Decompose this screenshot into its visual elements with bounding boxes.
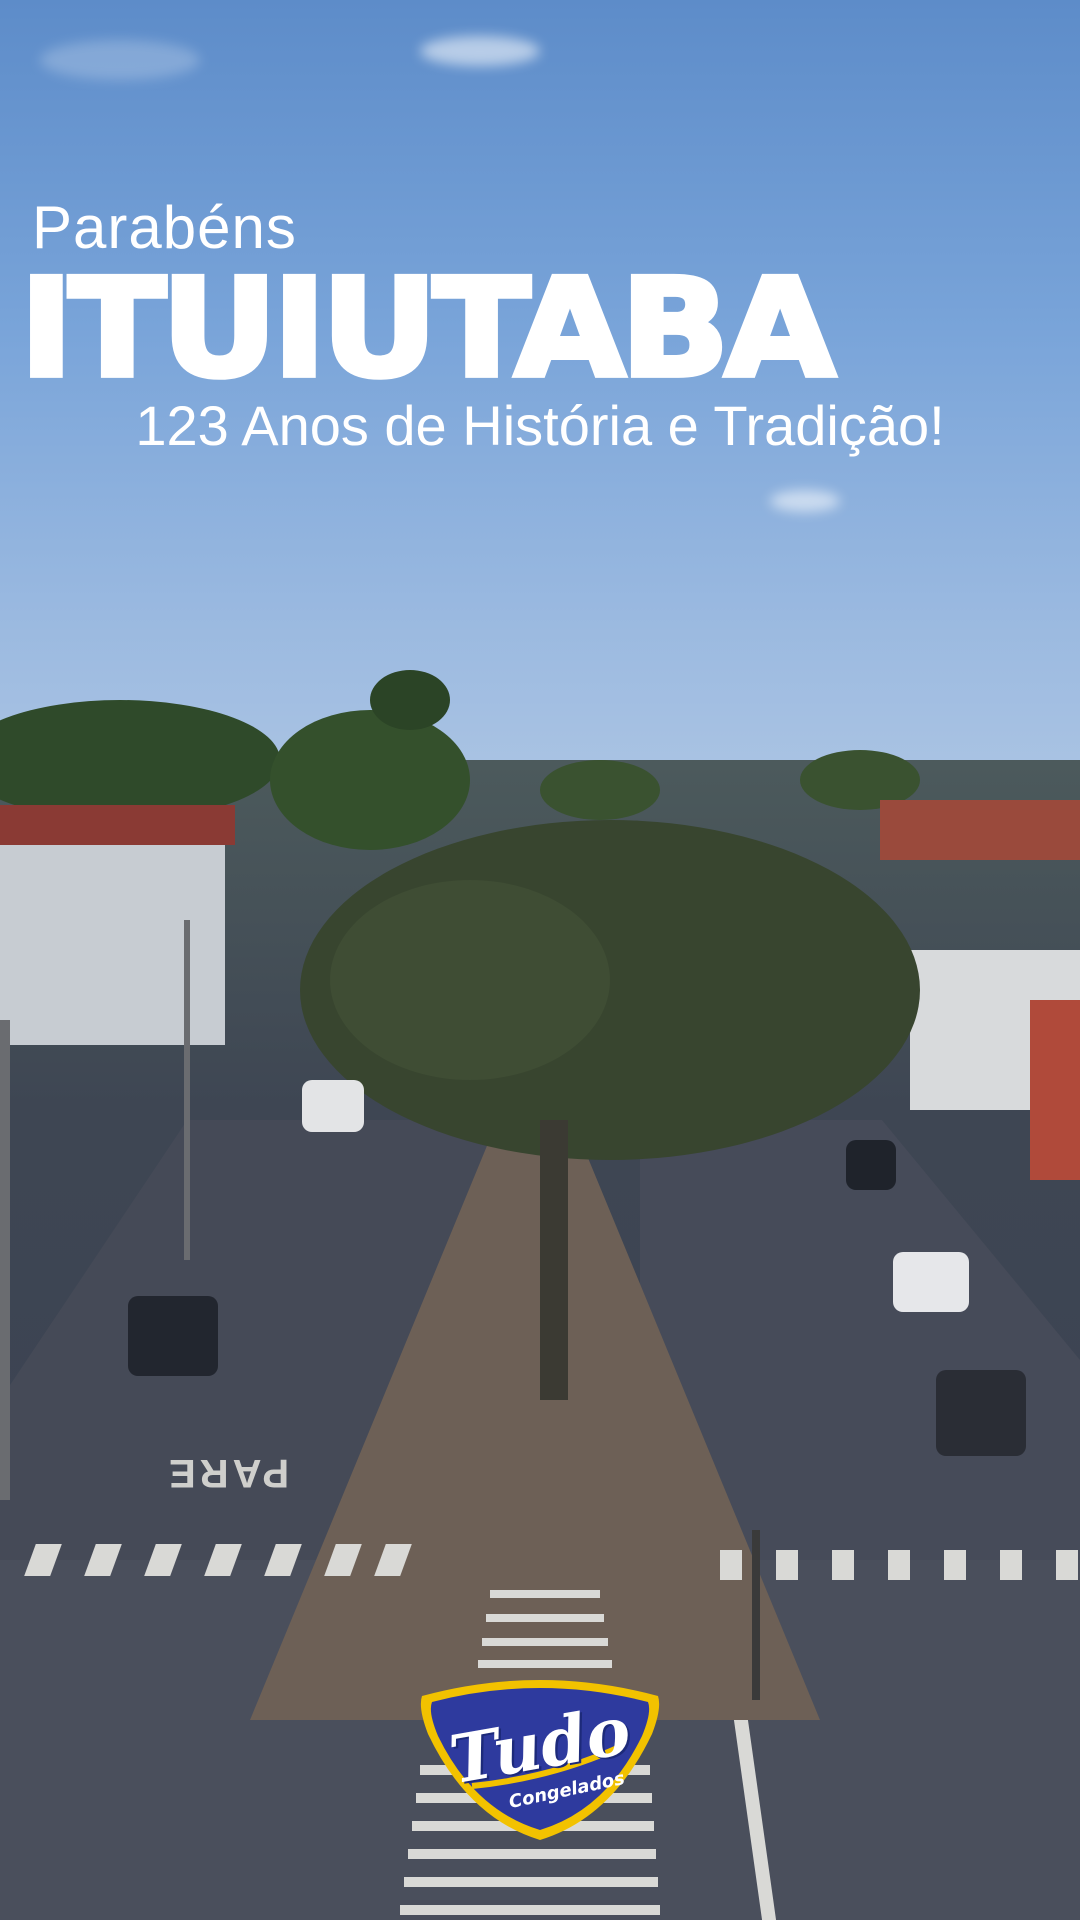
greeting-text: Parabéns bbox=[32, 194, 297, 261]
car-dark bbox=[936, 1370, 1026, 1456]
crosswalk-stripe bbox=[832, 1550, 854, 1580]
cloud bbox=[420, 36, 540, 66]
background-trees bbox=[270, 710, 470, 850]
median-crosswalk bbox=[490, 1590, 600, 1598]
crosswalk-stripe bbox=[944, 1550, 966, 1580]
car-dark bbox=[846, 1140, 896, 1190]
bottom-crosswalk bbox=[408, 1849, 656, 1859]
tree-trunk bbox=[540, 1120, 568, 1400]
median-crosswalk bbox=[486, 1614, 604, 1622]
central-tree-canopy bbox=[330, 880, 610, 1080]
car-white bbox=[302, 1080, 364, 1132]
bottom-crosswalk bbox=[400, 1905, 660, 1915]
tagline: 123 Anos de História e Tradição! bbox=[135, 394, 945, 457]
tudo-congelados-logo: Tudo Congelados bbox=[412, 1668, 668, 1844]
cloud bbox=[40, 40, 200, 80]
palm-tree bbox=[370, 670, 450, 730]
red-building bbox=[1030, 1000, 1080, 1180]
crosswalk-stripe bbox=[776, 1550, 798, 1580]
car-white bbox=[893, 1252, 969, 1312]
city-name: ITUIUTABA bbox=[17, 250, 838, 408]
sign-post bbox=[752, 1530, 760, 1700]
car-dark bbox=[128, 1296, 218, 1376]
crosswalk-stripe bbox=[1000, 1550, 1022, 1580]
street-pole bbox=[0, 1020, 10, 1500]
crosswalk-stripe bbox=[1056, 1550, 1078, 1580]
background-trees bbox=[540, 760, 660, 820]
median-crosswalk bbox=[482, 1638, 608, 1646]
street-pole bbox=[184, 920, 190, 1260]
median-crosswalk bbox=[478, 1660, 612, 1668]
house-roof bbox=[880, 800, 1080, 860]
house-roof bbox=[0, 805, 235, 845]
crosswalk-stripe bbox=[888, 1550, 910, 1580]
building bbox=[0, 845, 225, 1045]
bottom-crosswalk bbox=[404, 1877, 658, 1887]
crosswalk-stripe bbox=[720, 1550, 742, 1580]
cloud bbox=[770, 490, 840, 512]
road-marking-pare: PARE bbox=[165, 1451, 290, 1495]
